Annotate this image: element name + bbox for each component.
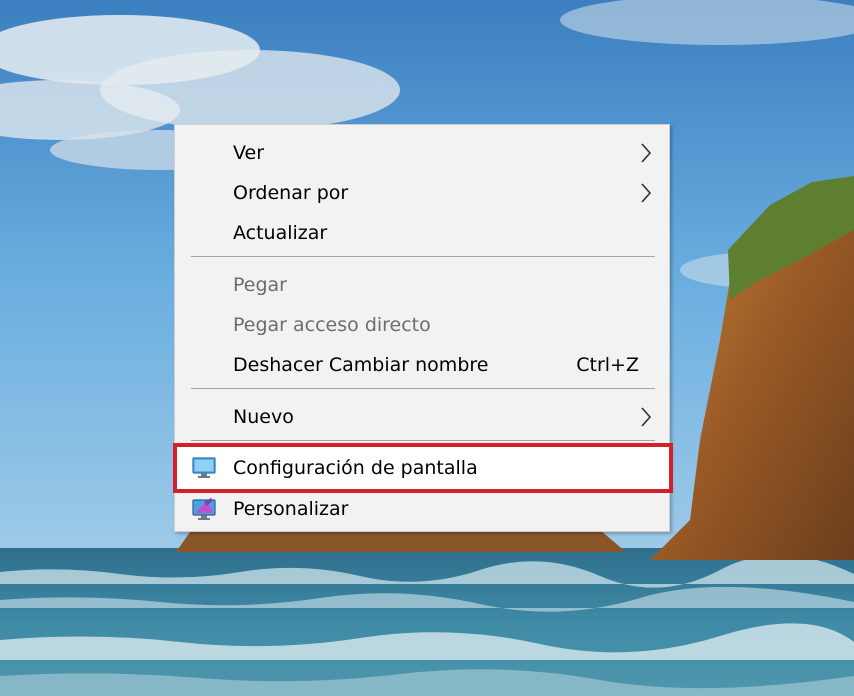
menu-item-personalizar[interactable]: Personalizar [175, 489, 669, 529]
menu-item-label: Pegar [233, 274, 287, 296]
menu-item-ver[interactable]: Ver [175, 133, 669, 173]
menu-item-label: Personalizar [233, 498, 349, 520]
menu-item-label: Actualizar [233, 222, 328, 244]
menu-item-deshacer[interactable]: Deshacer Cambiar nombre Ctrl+Z [175, 345, 669, 385]
menu-item-actualizar[interactable]: Actualizar [175, 213, 669, 253]
menu-item-label: Nuevo [233, 406, 294, 428]
desktop-context-menu: Ver Ordenar por Actualizar Pegar Pegar a… [173, 124, 673, 532]
display-settings-icon [192, 457, 216, 478]
menu-item-label: Ordenar por [233, 182, 349, 204]
menu-item-pegar-acceso-directo[interactable]: Pegar acceso directo [175, 305, 669, 345]
menu-item-pegar[interactable]: Pegar [175, 265, 669, 305]
menu-separator [191, 388, 655, 389]
menu-separator [191, 440, 655, 441]
personalize-icon [192, 498, 216, 520]
menu-item-label: Configuración de pantalla [233, 457, 478, 479]
chevron-right-icon [641, 407, 652, 427]
menu-item-ordenar-por[interactable]: Ordenar por [175, 173, 669, 213]
menu-item-configuracion-de-pantalla[interactable]: Configuración de pantalla [173, 443, 673, 493]
menu-separator [191, 256, 655, 257]
chevron-right-icon [641, 183, 652, 203]
menu-item-label: Deshacer Cambiar nombre [233, 354, 489, 376]
desktop[interactable]: Ver Ordenar por Actualizar Pegar Pegar a… [0, 0, 854, 696]
menu-item-nuevo[interactable]: Nuevo [175, 397, 669, 437]
chevron-right-icon [641, 143, 652, 163]
menu-item-label: Pegar acceso directo [233, 314, 431, 336]
menu-item-label: Ver [233, 142, 265, 164]
menu-item-shortcut: Ctrl+Z [576, 354, 639, 376]
